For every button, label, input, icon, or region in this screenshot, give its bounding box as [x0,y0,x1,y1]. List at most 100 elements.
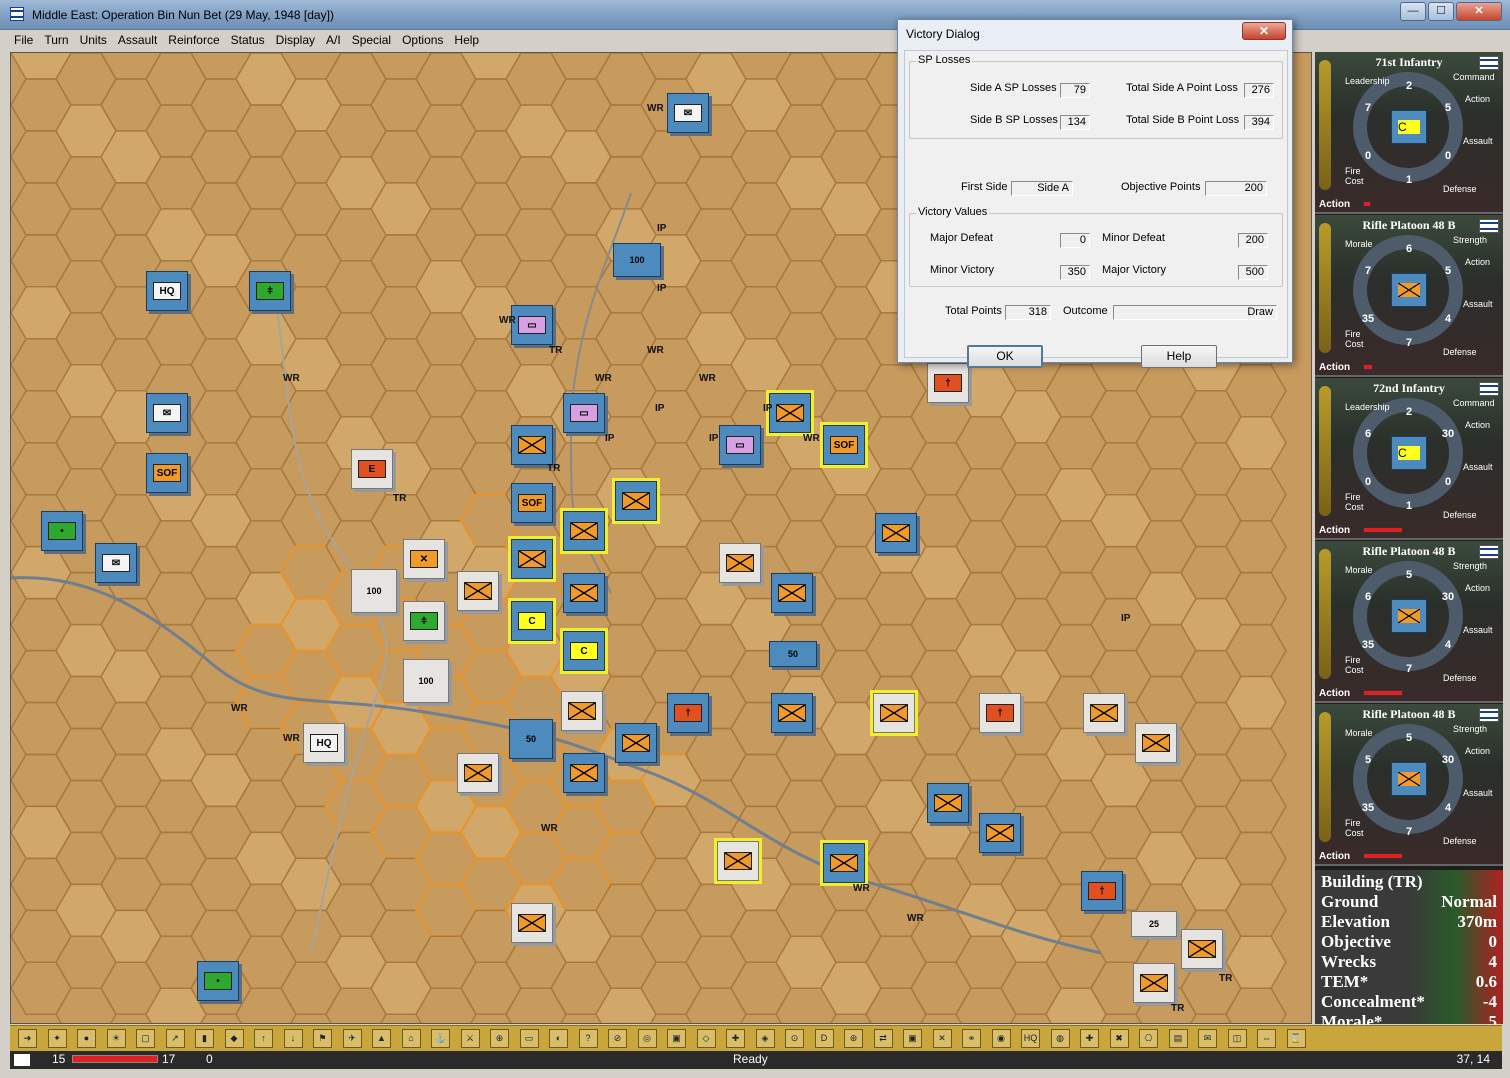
swap-icon[interactable]: ⇄ [873,1029,893,1048]
eye-icon[interactable]: ◎ [637,1029,657,1048]
unit-counter[interactable] [979,813,1021,853]
unit-card[interactable]: 72nd Infantry C Leadership Command Actio… [1315,378,1503,540]
menu-units[interactable]: Units [74,30,112,47]
enemy-counter[interactable] [457,571,499,611]
unit-counter[interactable] [771,693,813,733]
menu-options[interactable]: Options [396,30,448,47]
unit-counter[interactable]: ▭ [563,393,605,433]
hq-counter[interactable]: C [560,628,608,674]
scope-icon[interactable]: ◉ [991,1029,1011,1048]
unit-counter[interactable]: • [197,961,239,1001]
target-icon[interactable]: ⊕ [490,1029,509,1048]
enemy-counter[interactable]: † [979,693,1021,733]
smoke-icon[interactable]: ● [77,1029,96,1048]
menu-assault[interactable]: Assault [112,30,162,47]
menu-file[interactable]: File [8,30,38,47]
enemy-counter[interactable] [1181,929,1223,969]
help-icon[interactable]: ? [578,1029,598,1048]
report-icon[interactable]: ▤ [1168,1029,1188,1048]
enemy-counter[interactable] [1133,963,1175,1003]
unit-stack-counter[interactable]: 50 [769,641,817,667]
mine-icon[interactable]: ◆ [224,1029,244,1048]
enemy-counter[interactable]: ǂ [403,601,445,641]
melee-icon[interactable]: ⚔ [460,1029,480,1048]
unit-counter[interactable]: † [1081,871,1123,911]
unit-counter[interactable]: SOF [146,453,188,493]
maximize-button[interactable]: ☐ [1428,2,1454,21]
unit-counter[interactable] [612,478,660,524]
unit-counter[interactable] [508,536,556,582]
down-level-icon[interactable]: ↓ [283,1029,303,1048]
unit-counter[interactable] [563,573,605,613]
anchor-icon[interactable]: ⚓ [431,1029,450,1048]
menu-help[interactable]: Help [448,30,484,47]
objective-icon[interactable]: ◈ [755,1029,775,1048]
ammo-icon[interactable]: ⊛ [844,1029,863,1048]
menu-turn[interactable]: Turn [38,30,73,47]
hourglass-icon[interactable]: ⌛ [1286,1029,1306,1048]
hq-icon[interactable]: HQ [1021,1029,1040,1048]
delete-icon[interactable]: ✖ [1109,1029,1129,1048]
enemy-counter[interactable] [1083,693,1125,733]
help-button[interactable]: Help [1141,345,1217,368]
move-icon[interactable]: ↗ [165,1029,185,1048]
unit-counter[interactable]: ǂ [249,271,291,311]
unit-stack-counter[interactable]: 100 [613,243,661,277]
terrain-icon[interactable]: ⌂ [401,1029,421,1048]
hq-counter[interactable]: HQ [146,271,188,311]
unit-counter[interactable] [771,573,813,613]
enemy-stack-counter[interactable]: 100 [403,659,449,703]
hex-view-icon[interactable]: ⎔ [1139,1029,1158,1048]
unit-counter[interactable] [820,840,868,886]
dialog-close-button[interactable]: ✕ [1242,22,1286,40]
fire-icon[interactable]: ✦ [47,1029,67,1048]
unit-counter[interactable]: • [41,511,83,551]
fog-icon[interactable]: ◐ [549,1029,568,1048]
hex-icon[interactable]: ▲ [372,1029,391,1048]
assault-icon[interactable]: ▮ [195,1029,214,1048]
unit-counter[interactable] [927,783,969,823]
enemy-counter[interactable] [1135,723,1177,763]
enemy-counter[interactable] [714,838,762,884]
radius-icon[interactable]: ⊙ [785,1029,804,1048]
unit-counter[interactable]: ✉ [667,93,709,133]
enemy-stack-counter[interactable]: 100 [351,569,397,613]
close-button[interactable]: ✕ [1456,2,1502,21]
unit-counter[interactable] [875,513,917,553]
switch-icon[interactable]: ⇔ [1257,1029,1276,1048]
toggle-icon[interactable]: ▢ [136,1029,155,1048]
reinforce-icon[interactable]: ◍ [1050,1029,1070,1048]
clear-icon[interactable]: ✕ [932,1029,952,1048]
heal-icon[interactable]: ✚ [1080,1029,1099,1048]
unit-counter[interactable] [511,425,553,465]
menu-ai[interactable]: A/I [320,30,346,47]
enemy-counter[interactable] [561,691,603,731]
unit-counter[interactable] [563,753,605,793]
unit-counter[interactable] [615,723,657,763]
enemy-hq-counter[interactable]: HQ [303,723,345,763]
menu-special[interactable]: Special [346,30,396,47]
bombard-icon[interactable]: ☀ [106,1029,126,1048]
next-turn-icon[interactable]: ➜ [18,1029,37,1048]
flag-icon[interactable]: ⚑ [313,1029,332,1048]
enemy-counter[interactable]: E [351,449,393,489]
dialog-icon[interactable]: ◫ [1227,1029,1247,1048]
minimize-button[interactable]: — [1400,2,1426,21]
cancel-icon[interactable]: ⊘ [608,1029,627,1048]
enemy-counter[interactable] [457,753,499,793]
unit-counter[interactable]: ✉ [146,393,188,433]
unit-card[interactable]: 71st Infantry C Leadership Command Actio… [1315,52,1503,214]
hq-counter[interactable]: C [508,598,556,644]
stack-icon[interactable]: ▣ [903,1029,922,1048]
disrupt-icon[interactable]: D [814,1029,834,1048]
unit-counter[interactable] [560,508,608,554]
unit-counter[interactable]: ▭ [719,425,761,465]
menu-status[interactable]: Status [225,30,270,47]
hex-outline-icon[interactable]: ◇ [696,1029,716,1048]
unit-counter[interactable] [766,390,814,436]
grid-icon[interactable]: ▣ [667,1029,686,1048]
unit-counter[interactable]: ✉ [95,543,137,583]
unit-counter[interactable]: † [667,693,709,733]
enemy-stack-counter[interactable]: 25 [1131,911,1177,937]
link-icon[interactable]: ⚭ [962,1029,981,1048]
